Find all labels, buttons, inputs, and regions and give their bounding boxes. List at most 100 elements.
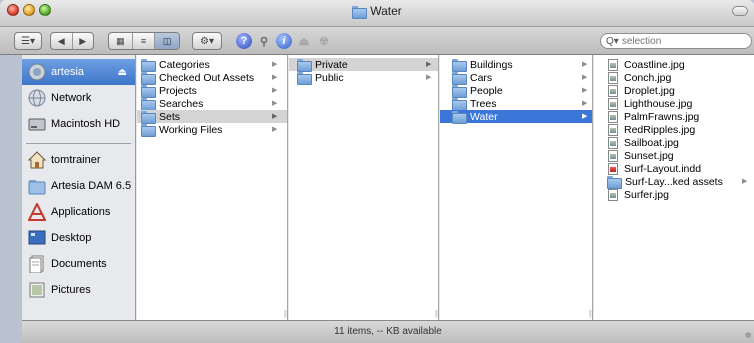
title-bar[interactable]: Water — [0, 0, 754, 27]
image-file-icon — [608, 136, 618, 149]
list-item[interactable]: Trees ▶ — [440, 97, 592, 111]
applications-icon — [28, 203, 46, 221]
folder-icon — [452, 98, 467, 111]
window-title: Water — [0, 4, 754, 19]
disclosure-arrow-icon: ▶ — [426, 74, 432, 81]
list-item[interactable]: Private ▶ — [289, 58, 438, 72]
toolbar-toggle-button[interactable] — [732, 6, 748, 16]
list-item[interactable]: Surf-Lay...ked assets ▶ — [594, 175, 752, 189]
search-tool-button[interactable]: ⚲ — [256, 33, 272, 49]
hard-drive-icon — [28, 118, 46, 131]
list-item[interactable]: Projects ▶ — [137, 84, 287, 98]
search-field[interactable]: Q▾ — [600, 33, 752, 49]
sidebar: artesia ⏏ Network Macintosh HD tomtraine… — [22, 55, 136, 320]
back-forward-buttons: ◀ ▶ — [50, 32, 94, 50]
toolbar: ☰▾ ◀ ▶ ▦ ≡ ◫ ⚙▾ ? ⚲ i ⏏ ☢ Q▾ — [0, 27, 754, 55]
list-item[interactable]: Lighthouse.jpg — [594, 97, 752, 110]
item-label: RedRipples.jpg — [624, 123, 696, 136]
sidebar-item-label: Macintosh HD — [51, 118, 121, 130]
sidebar-toggle-icon: ☰▾ — [21, 35, 35, 47]
sidebar-item-applications[interactable]: Applications — [22, 199, 135, 225]
burn-icon: ☢ — [319, 35, 329, 48]
documents-icon — [29, 255, 44, 273]
column-resize-handle[interactable]: || — [284, 309, 288, 318]
eject-button[interactable]: ⏏ — [296, 33, 312, 49]
list-item[interactable]: Working Files ▶ — [137, 123, 287, 137]
folder-icon — [297, 72, 312, 85]
sidebar-item-macintosh-hd[interactable]: Macintosh HD — [22, 111, 135, 137]
list-item[interactable]: RedRipples.jpg — [594, 123, 752, 136]
sidebar-toggle-button[interactable]: ☰▾ — [14, 32, 42, 50]
back-icon: ◀ — [57, 35, 65, 46]
image-file-icon — [608, 71, 618, 84]
network-globe-icon — [28, 89, 46, 107]
action-gear-icon: ⚙▾ — [200, 35, 214, 47]
disclosure-arrow-icon: ▶ — [742, 178, 748, 185]
icon-view-button[interactable]: ▦ — [109, 33, 133, 49]
sidebar-item-pictures[interactable]: Pictures — [22, 277, 135, 303]
list-item[interactable]: PalmFrawns.jpg — [594, 110, 752, 123]
disclosure-arrow-icon: ▶ — [272, 113, 278, 120]
list-item[interactable]: Surf-Layout.indd — [594, 162, 752, 175]
item-label: Private — [315, 58, 348, 71]
icon-view-icon: ▦ — [116, 35, 125, 46]
image-file-icon — [608, 188, 618, 201]
action-menu-button[interactable]: ⚙▾ — [192, 32, 222, 50]
list-item[interactable]: Categories ▶ — [137, 58, 287, 72]
item-label: Sailboat.jpg — [624, 136, 679, 149]
list-item[interactable]: People ▶ — [440, 84, 592, 98]
browser-column-3: Buildings ▶ Cars ▶ People ▶ Trees ▶ Water ▶ |… — [440, 55, 593, 320]
column-view-button[interactable]: ◫ — [155, 33, 179, 49]
list-item[interactable]: Cars ▶ — [440, 71, 592, 85]
sidebar-item-network[interactable]: Network — [22, 85, 135, 111]
item-label: Trees — [470, 97, 497, 110]
column-resize-handle[interactable]: || — [589, 309, 593, 318]
list-item[interactable]: Buildings ▶ — [440, 58, 592, 72]
image-file-icon — [608, 110, 618, 123]
list-item[interactable]: Sets ▶ — [137, 110, 287, 124]
burn-button[interactable]: ☢ — [316, 33, 332, 49]
sidebar-item-artesia[interactable]: artesia ⏏ — [22, 59, 135, 85]
folder-icon — [452, 59, 467, 72]
sidebar-item-label: Artesia DAM 6.5 — [51, 180, 132, 192]
list-item[interactable]: Droplet.jpg — [594, 84, 752, 97]
list-view-button[interactable]: ≡ — [133, 33, 156, 49]
sidebar-item-tomtrainer[interactable]: tomtrainer — [22, 147, 135, 173]
folder-icon — [452, 85, 467, 98]
list-item-selected[interactable]: Water ▶ — [440, 110, 592, 124]
list-item[interactable]: Sailboat.jpg — [594, 136, 752, 149]
sidebar-item-label: Desktop — [51, 232, 92, 244]
network-disk-icon — [28, 63, 46, 81]
list-item[interactable]: Surfer.jpg — [594, 188, 752, 201]
list-item[interactable]: Coastline.jpg — [594, 58, 752, 71]
back-button[interactable]: ◀ — [51, 33, 73, 49]
column-resize-handle[interactable]: || — [435, 309, 439, 318]
help-icon: ? — [240, 35, 248, 47]
disclosure-arrow-icon: ▶ — [426, 61, 432, 68]
eject-icon[interactable]: ⏏ — [118, 67, 127, 78]
resize-grip-icon[interactable]: ≑ — [744, 330, 752, 341]
browser-column-1: Categories ▶ Checked Out Assets ▶ Projects… — [137, 55, 288, 320]
sidebar-item-label: Network — [51, 92, 92, 104]
sidebar-item-documents[interactable]: Documents — [22, 251, 135, 277]
folder-icon — [452, 72, 467, 85]
sidebar-item-artesia-dam[interactable]: Artesia DAM 6.5 — [22, 173, 135, 199]
folder-icon — [297, 59, 312, 72]
finder-window: Water ☰▾ ◀ ▶ ▦ ≡ ◫ ⚙▾ ? ⚲ i ⏏ ☢ Q▾ selec… — [0, 0, 754, 343]
disclosure-arrow-icon: ▶ — [272, 126, 278, 133]
forward-button[interactable]: ▶ — [73, 33, 94, 49]
help-button[interactable]: ? — [236, 33, 252, 49]
sidebar-item-desktop[interactable]: Desktop — [22, 225, 135, 251]
disclosure-arrow-icon: ▶ — [272, 87, 278, 94]
search-input[interactable] — [621, 35, 742, 47]
list-item[interactable]: Searches ▶ — [137, 97, 287, 111]
folder-icon — [452, 111, 467, 124]
list-item[interactable]: Public ▶ — [289, 71, 438, 85]
status-bar: 11 items, -- KB available ≑ — [22, 320, 754, 343]
list-item[interactable]: Conch.jpg — [594, 71, 752, 84]
list-item[interactable]: Sunset.jpg — [594, 149, 752, 162]
folder-icon — [141, 72, 156, 85]
get-info-button[interactable]: i — [276, 33, 292, 49]
list-item[interactable]: Checked Out Assets ▶ — [137, 71, 287, 85]
browser-column-2: Private ▶ Public ▶ || — [289, 55, 439, 320]
